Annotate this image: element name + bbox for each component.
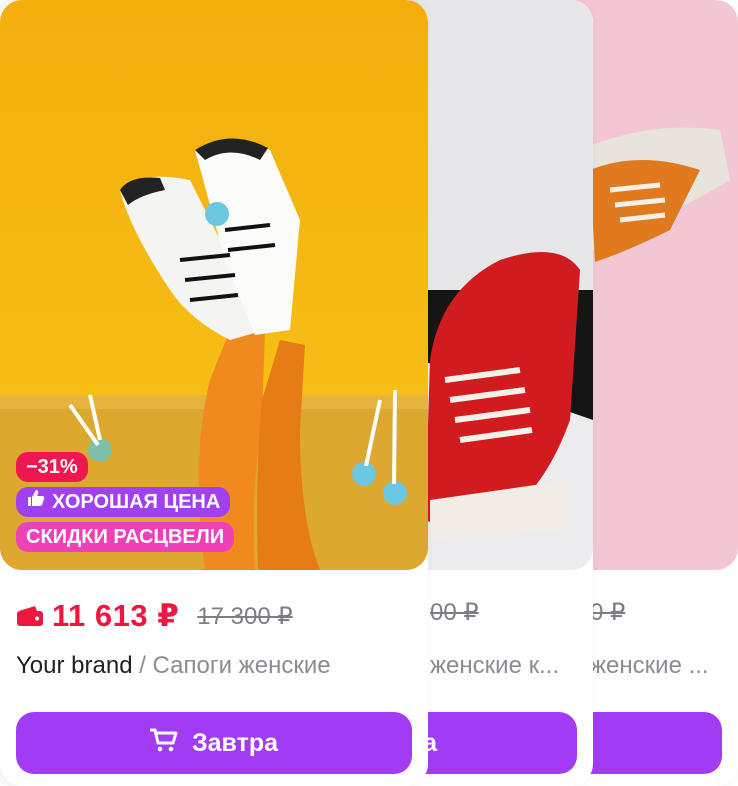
cart-icon — [149, 727, 178, 760]
price-row-2: 00 ₽ — [430, 598, 593, 627]
good-price-badge: ХОРОШАЯ ЦЕНА — [16, 487, 231, 517]
current-price: 11 613 ₽ — [52, 598, 180, 633]
thumbs-up-icon — [26, 487, 46, 517]
promo-badge: СКИДКИ РАСЦВЕЛИ — [16, 522, 235, 552]
product-name: / Сапоги женские — [132, 652, 331, 679]
badge-stack: −31% ХОРОШАЯ ЦЕНА СКИДКИ РАСЦВЕЛИ — [16, 452, 235, 552]
product-title[interactable]: Your brand / Сапоги женские — [16, 652, 414, 680]
price-row-3: 0 ₽ — [590, 598, 738, 627]
price-row-1: 11 613 ₽ 17 300 ₽ — [16, 598, 428, 634]
product-name-3: женские ... — [590, 652, 709, 679]
product-title-3[interactable]: женские ... — [590, 652, 724, 680]
buy-button[interactable]: Завтра — [16, 712, 412, 774]
wallet-icon — [16, 605, 44, 627]
old-price: 17 300 ₽ — [197, 602, 293, 630]
product-card-1[interactable]: −31% ХОРОШАЯ ЦЕНА СКИДКИ РАСЦВЕЛИ 11 613… — [0, 0, 428, 786]
product-name-2: женские к... — [430, 652, 560, 679]
good-price-label: ХОРОШАЯ ЦЕНА — [52, 491, 221, 513]
old-price-3: 0 ₽ — [590, 599, 626, 626]
old-price-2: 00 ₽ — [430, 599, 479, 626]
brand-name: Your brand — [16, 652, 133, 679]
discount-badge: −31% — [16, 452, 88, 482]
buy-button-label: Завтра — [191, 728, 279, 757]
product-title-2[interactable]: женские к... — [430, 652, 579, 680]
